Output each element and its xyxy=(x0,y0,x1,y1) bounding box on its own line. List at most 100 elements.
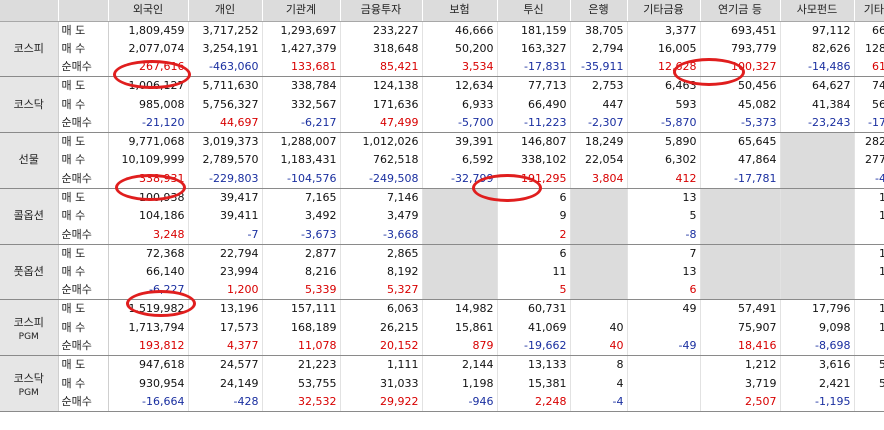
table-row-buy: 매 수 985,008 5,756,327 332,567 171,636 6,933 66… xyxy=(0,95,884,114)
table-cell: 338,931 xyxy=(108,169,189,189)
row-label-net: 순매수 xyxy=(58,58,109,78)
table-cell: 5,711,630 xyxy=(188,76,263,96)
table-cell: 31,033 xyxy=(340,374,423,393)
table-cell xyxy=(422,262,498,282)
table-cell xyxy=(780,262,855,282)
table-cell: 3,719 xyxy=(700,374,781,393)
table-cell xyxy=(700,262,781,282)
table-cell: 53,755 xyxy=(262,374,341,393)
table-cell xyxy=(700,281,781,301)
row-label-sell: 매 도 xyxy=(58,299,109,319)
group-label: 풋옵션 xyxy=(0,244,59,301)
row-label-net: 순매수 xyxy=(58,281,109,301)
table-row-sell: 콜옵션 매 도100,93839,4177,1657,146 6 13 1,566 xyxy=(0,188,884,245)
table-cell: 100,938 xyxy=(108,188,189,207)
table-cell xyxy=(780,281,855,301)
table-cell: 762,518 xyxy=(340,151,423,170)
table-cell: 2,753 xyxy=(570,76,628,96)
table-row-buy: 매 수 930,954 24,149 53,755 31,033 1,198 15,381 4… xyxy=(0,374,884,393)
column-header: 은행 xyxy=(570,0,628,22)
row-label-buy: 매 수 xyxy=(58,374,109,393)
table-cell: -7 xyxy=(188,225,263,245)
table-cell xyxy=(700,206,781,226)
table-row-buy: 매 수104,18639,4113,4923,479 9 5 1,997 xyxy=(0,206,884,226)
table-row-net: 순매수 267,616 -463,060 133,681 85,421 3,534 -17,… xyxy=(0,58,884,78)
table-cell xyxy=(700,244,781,263)
table-cell: 65,645 xyxy=(700,132,781,152)
table-cell: 338,102 xyxy=(497,151,571,170)
table-cell: 1,767 xyxy=(854,244,884,263)
row-label-buy: 매 수 xyxy=(58,95,109,114)
table-cell: -229,803 xyxy=(188,169,263,189)
table-cell: 1,997 xyxy=(854,206,884,226)
table-cell: 14,982 xyxy=(422,299,498,319)
table-cell: 3,254,191 xyxy=(188,39,263,59)
row-label-net: 순매수 xyxy=(58,337,109,357)
table-cell: 146,807 xyxy=(497,132,571,152)
row-label-buy: 매 수 xyxy=(58,262,109,282)
table-cell: 985,008 xyxy=(108,95,189,114)
table-cell xyxy=(700,225,781,245)
table-cell: 171,636 xyxy=(340,95,423,114)
table-cell xyxy=(627,374,701,393)
table-cell xyxy=(570,206,628,226)
table-cell: 3,492 xyxy=(262,206,341,226)
table-cell: 45,082 xyxy=(700,95,781,114)
row-label-sell: 매 도 xyxy=(58,355,109,375)
table-cell: 432 xyxy=(854,225,884,245)
table-cell: 50,456 xyxy=(700,76,781,96)
table-cell: 22,794 xyxy=(188,244,263,263)
table-cell: 40 xyxy=(570,318,628,338)
table-cell: 6,933 xyxy=(422,95,498,114)
table-cell: 3,248 xyxy=(108,225,189,245)
table-cell: 1,183,431 xyxy=(262,151,341,170)
table-cell: 1,111 xyxy=(340,355,423,375)
table-cell: 4,377 xyxy=(188,337,263,357)
table-cell: 21,223 xyxy=(262,355,341,375)
table-cell: 277,693 xyxy=(854,151,884,170)
table-cell: 1,293,697 xyxy=(262,21,341,40)
row-label-net: 순매수 xyxy=(58,113,109,134)
table-cell: -32,799 xyxy=(422,169,498,189)
table-cell: -16,664 xyxy=(108,392,189,412)
table-cell: 318,648 xyxy=(340,39,423,59)
table-cell: 1,212 xyxy=(700,355,781,375)
row-label-buy: 매 수 xyxy=(58,151,109,170)
table-cell xyxy=(780,151,855,170)
table-cell: 124,138 xyxy=(340,76,423,96)
table-cell: 39,417 xyxy=(188,188,263,207)
table-cell: 5,890 xyxy=(627,132,701,152)
table-cell: 12,634 xyxy=(422,76,498,96)
table-row-buy: 매 수 1,713,794 17,573 168,189 26,215 15,861 41,… xyxy=(0,318,884,338)
table-cell: 2 xyxy=(497,225,571,245)
table-cell: 9,771,068 xyxy=(108,132,189,152)
table-cell: 39,411 xyxy=(188,206,263,226)
group-label: 코스닥 PGM xyxy=(0,355,59,412)
group-sublabel: PGM xyxy=(18,387,39,398)
row-label-sell: 매 도 xyxy=(58,76,109,96)
group-label: 코스피 xyxy=(0,21,59,78)
table-cell: 282,245 xyxy=(854,132,884,152)
table-cell: -463,060 xyxy=(188,58,263,78)
table-cell: 66,490 xyxy=(497,95,571,114)
table-row-sell: 풋옵션 매 도72,36822,7942,8772,865 6 7 1,767 xyxy=(0,244,884,301)
table-cell xyxy=(570,188,628,207)
table-cell: 3,479 xyxy=(340,206,423,226)
table-row-sell: 코스닥 매 도 1,006,127 5,711,630 338,784 124,138 12… xyxy=(0,76,884,134)
table-cell: 6,063 xyxy=(340,299,423,319)
table-cell: 6,302 xyxy=(627,151,701,170)
investor-trading-table: 외국인개인기관계금융투자보험투신은행기타금융연기금 등사모펀드기타법인 코스피매… xyxy=(0,0,884,412)
table-cell: 41,384 xyxy=(780,95,855,114)
table-cell: -5,373 xyxy=(700,113,781,134)
table-row-sell: 코스피 매 도 1,809,459 3,717,252 1,293,697 233,227… xyxy=(0,21,884,78)
table-cell: 66,414 xyxy=(854,21,884,40)
table-cell: 16,005 xyxy=(627,39,701,59)
table-cell: 6,463 xyxy=(627,76,701,96)
table-cell: 6 xyxy=(497,188,571,207)
table-cell: -1,195 xyxy=(780,392,855,412)
table-cell: 3,377 xyxy=(627,21,701,40)
row-label-net: 순매수 xyxy=(58,169,109,189)
table-cell: 3,717,252 xyxy=(188,21,263,40)
table-cell: 18,416 xyxy=(700,337,781,357)
table-cell: 2,794 xyxy=(570,39,628,59)
